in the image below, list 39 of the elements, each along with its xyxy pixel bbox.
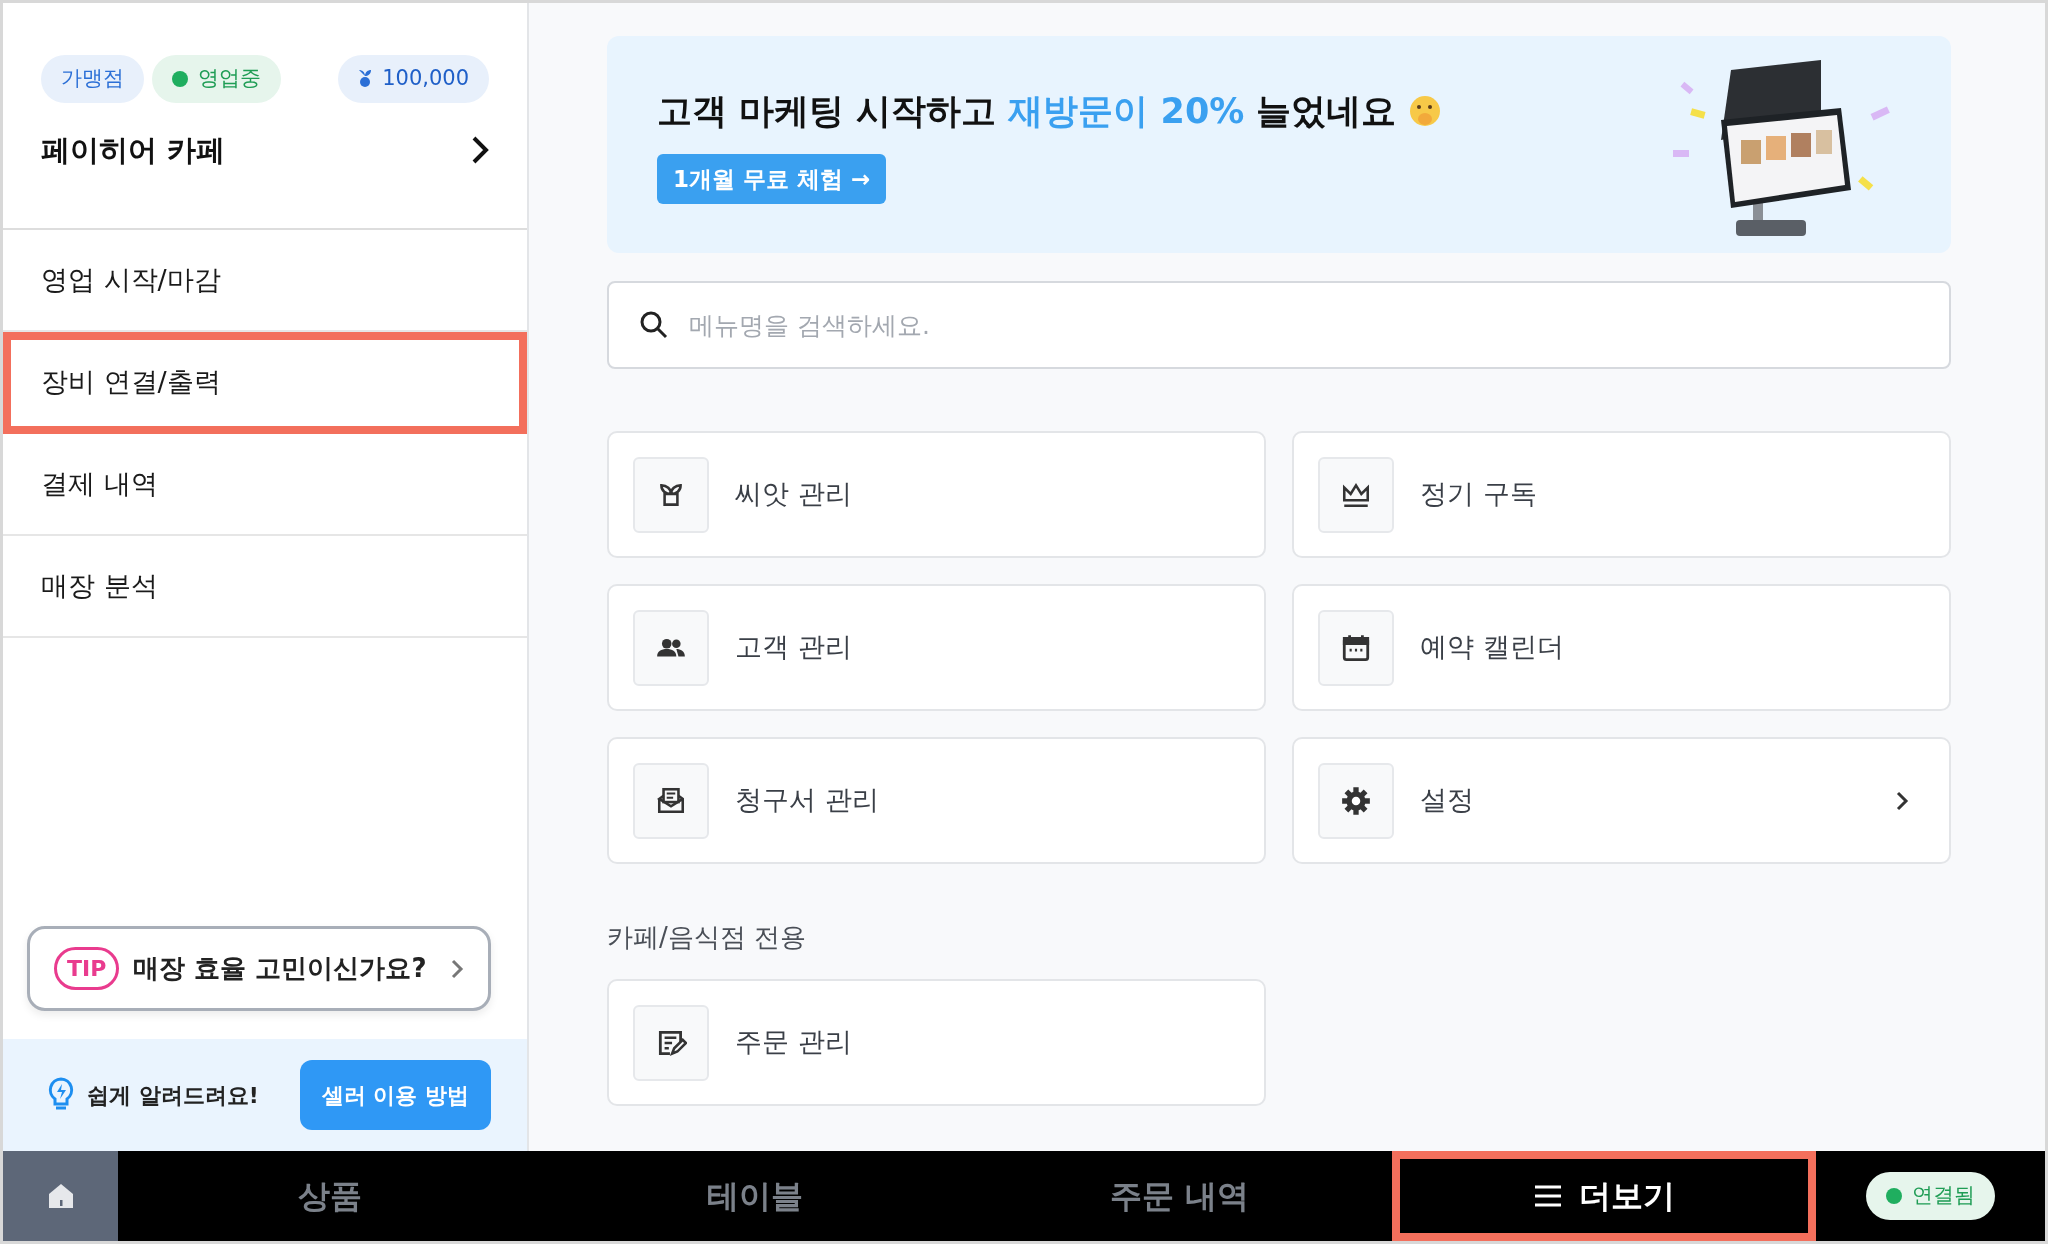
search-icon bbox=[639, 310, 669, 340]
lightbulb-icon bbox=[47, 1077, 75, 1113]
settings-icon bbox=[1340, 784, 1372, 817]
store-type-badge: 가맹점 bbox=[41, 55, 144, 103]
menu-tile[interactable]: 예약 캘린더 bbox=[1292, 584, 1951, 711]
menu-tile[interactable]: 주문 관리 bbox=[607, 979, 1266, 1106]
menu-tile[interactable]: 씨앗 관리 bbox=[607, 431, 1266, 558]
menu-label: 예약 캘린더 bbox=[1420, 630, 1564, 665]
tip-card[interactable]: TIP 매장 효율 고민이신가요? bbox=[27, 926, 491, 1011]
chevron-right-icon bbox=[1895, 789, 1909, 812]
menu-label: 정기 구독 bbox=[1420, 477, 1537, 512]
section-title: 카페/음식점 전용 bbox=[607, 921, 808, 954]
menu-tile[interactable]: 청구서 관리 bbox=[607, 737, 1266, 864]
menu-icon bbox=[1532, 1184, 1563, 1208]
sidebar-item[interactable]: 장비 연결/출력 bbox=[3, 332, 527, 434]
menu-label: 고객 관리 bbox=[735, 630, 852, 665]
banner-title: 고객 마케팅 시작하고 재방문이 20% 늘었네요 bbox=[657, 85, 1443, 138]
tip-tag: TIP bbox=[54, 947, 120, 990]
menu-tile[interactable]: 정기 구독 bbox=[1292, 431, 1951, 558]
chevron-right-icon bbox=[450, 957, 464, 980]
status-badge: 영업중 bbox=[152, 55, 281, 103]
seed-icon bbox=[358, 68, 373, 89]
menu-label: 설정 bbox=[1420, 783, 1474, 818]
tip-text: 매장 효율 고민이신가요? bbox=[133, 952, 427, 985]
menu-tile[interactable]: 설정 bbox=[1292, 737, 1951, 864]
connection-status-badge: 연결됨 bbox=[1866, 1172, 1995, 1220]
store-name: 페이히어 카페 bbox=[41, 131, 226, 169]
chevron-right-icon[interactable] bbox=[471, 135, 489, 166]
status-dot-icon bbox=[172, 70, 188, 87]
menu-label: 씨앗 관리 bbox=[735, 477, 852, 512]
search-field[interactable]: 메뉴명을 검색하세요. bbox=[607, 281, 1951, 369]
help-text: 쉽게 알려드려요! bbox=[87, 1081, 259, 1110]
menu-tile[interactable]: 고객 관리 bbox=[607, 584, 1266, 711]
nav-tab[interactable]: 더보기 bbox=[1391, 1151, 1816, 1241]
home-tab[interactable] bbox=[3, 1151, 118, 1241]
points-badge: 100,000 bbox=[338, 55, 489, 103]
emoji-icon bbox=[1408, 94, 1443, 129]
menu-label: 청구서 관리 bbox=[735, 783, 879, 818]
menu-label: 주문 관리 bbox=[735, 1025, 852, 1060]
